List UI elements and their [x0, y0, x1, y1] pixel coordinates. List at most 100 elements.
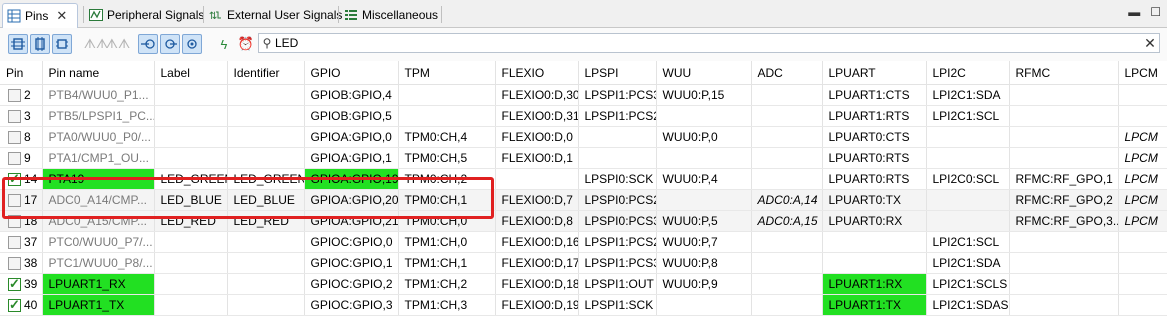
label-cell[interactable] [154, 84, 228, 106]
lpspi-cell[interactable]: LPSPI1:OUT [578, 273, 657, 295]
lpi2c-cell[interactable]: LPI2C1:SCL [926, 105, 1010, 127]
lpspi-cell[interactable]: LPSPI0:SCK [578, 168, 657, 190]
lpuart-cell[interactable]: LPUART0:RTS [822, 147, 927, 169]
column-header[interactable]: FLEXIO [495, 61, 579, 85]
adc-cell[interactable] [751, 105, 823, 127]
rfmc-cell[interactable] [1009, 252, 1119, 274]
lpcm-cell[interactable] [1118, 105, 1167, 127]
lpcm-cell[interactable]: LPCM [1118, 147, 1167, 169]
pin-cell[interactable]: 40 [0, 294, 43, 316]
pin-cell[interactable]: 38 [0, 252, 43, 274]
label-cell[interactable] [154, 105, 228, 127]
rfmc-cell[interactable] [1009, 147, 1119, 169]
lpspi-cell[interactable]: LPSPI1:PCS3 [578, 84, 657, 106]
adc-cell[interactable]: ADC0:A,15 [751, 210, 823, 232]
gpio-cell[interactable]: GPIOB:GPIO,4 [304, 84, 399, 106]
lpuart-cell[interactable]: LPUART0:RX [822, 210, 927, 232]
route-checkbox[interactable] [8, 297, 21, 313]
tpm-cell[interactable]: TPM0:CH,0 [398, 210, 496, 232]
name-cell[interactable]: PTA0/WUU0_P0/... [42, 126, 155, 148]
gpio-cell[interactable]: GPIOA:GPIO,19 [304, 168, 399, 190]
table-row[interactable]: 9 PTA1/CMP1_OU... GPIOA:GPIO,1 TPM0:CH,5 FLE… [0, 147, 1167, 169]
adc-cell[interactable] [751, 231, 823, 253]
maximize-icon[interactable]: ☐ [1150, 5, 1161, 19]
lpcm-cell[interactable]: LPCM [1118, 126, 1167, 148]
route-checkbox[interactable] [8, 171, 21, 187]
lpuart-cell[interactable] [822, 231, 927, 253]
gpio-cell[interactable]: GPIOA:GPIO,21 [304, 210, 399, 232]
lpspi-cell[interactable]: LPSPI1:PCS2 [578, 231, 657, 253]
flexio-cell[interactable]: FLEXIO0:D,18 [495, 273, 579, 295]
lpcm-cell[interactable] [1118, 273, 1167, 295]
column-header[interactable]: Pin [0, 61, 43, 85]
name-cell[interactable]: PTB5/LPSPI1_PC... [42, 105, 155, 127]
column-header[interactable]: WUU [656, 61, 752, 85]
lpi2c-cell[interactable]: LPI2C1:SCL [926, 231, 1010, 253]
flexio-cell[interactable]: FLEXIO0:D,16 [495, 231, 579, 253]
lpspi-cell[interactable] [578, 126, 657, 148]
lpuart-cell[interactable]: LPUART0:CTS [822, 126, 927, 148]
column-header[interactable]: Identifier [227, 61, 305, 85]
column-header[interactable]: LPUART [822, 61, 927, 85]
gpio-cell[interactable]: GPIOC:GPIO,2 [304, 273, 399, 295]
route-checkbox[interactable] [8, 236, 21, 250]
gpio-cell[interactable]: GPIOC:GPIO,0 [304, 231, 399, 253]
lpuart-cell[interactable]: LPUART0:RTS [822, 168, 927, 190]
lpi2c-cell[interactable] [926, 126, 1010, 148]
lpi2c-cell[interactable]: LPI2C1:SDAS [926, 294, 1010, 316]
flexio-cell[interactable]: FLEXIO0:D,7 [495, 189, 579, 211]
lpi2c-cell[interactable] [926, 210, 1010, 232]
show-chip-button[interactable] [52, 34, 72, 54]
name-cell[interactable]: ADC0_A14/CMP... [42, 189, 155, 211]
adc-cell[interactable] [751, 147, 823, 169]
gpio-cell[interactable]: GPIOA:GPIO,0 [304, 126, 399, 148]
close-icon[interactable]: ✕ [56, 8, 67, 24]
table-row[interactable]: 38 PTC1/WUU0_P8/... GPIOC:GPIO,1 TPM1:CH,1 F… [0, 252, 1167, 274]
label-cell[interactable] [154, 147, 228, 169]
wuu-cell[interactable] [656, 105, 752, 127]
lpcm-cell[interactable] [1118, 84, 1167, 106]
lpi2c-cell[interactable]: LPI2C0:SCL [926, 168, 1010, 190]
label-cell[interactable] [154, 126, 228, 148]
flexio-cell[interactable]: FLEXIO0:D,1 [495, 147, 579, 169]
label-cell[interactable]: LED_RED [154, 210, 228, 232]
identifier-cell[interactable] [227, 231, 305, 253]
table-row[interactable]: 40 LPUART1_TX GPIOC:GPIO,3TPM1:CH,3FLEXIO0… [0, 294, 1167, 316]
route-checkbox[interactable] [8, 276, 21, 292]
label-cell[interactable] [154, 231, 228, 253]
identifier-cell[interactable] [227, 147, 305, 169]
pin-cell[interactable]: 8 [0, 126, 43, 148]
gpio-cell[interactable]: GPIOC:GPIO,3 [304, 294, 399, 316]
tpm-cell[interactable]: TPM1:CH,0 [398, 231, 496, 253]
tpm-cell[interactable]: TPM0:CH,1 [398, 189, 496, 211]
filter-signals-button[interactable]: ᗑᗑ [84, 34, 108, 54]
route-checkbox[interactable] [8, 215, 21, 229]
pin-cell[interactable]: 3 [0, 105, 43, 127]
identifier-cell[interactable] [227, 252, 305, 274]
lpi2c-cell[interactable]: LPI2C1:SDA [926, 84, 1010, 106]
flexio-cell[interactable]: FLEXIO0:D,19 [495, 294, 579, 316]
lpuart-cell[interactable] [822, 252, 927, 274]
tpm-cell[interactable]: TPM1:CH,1 [398, 252, 496, 274]
lpi2c-cell[interactable]: LPI2C1:SDA [926, 252, 1010, 274]
name-cell[interactable]: PTC1/WUU0_P8/... [42, 252, 155, 274]
column-header[interactable]: LPSPI [578, 61, 657, 85]
name-cell[interactable]: LPUART1_RX [42, 273, 155, 295]
lpspi-cell[interactable]: LPSPI0:PCS3 [578, 210, 657, 232]
lpspi-cell[interactable] [578, 147, 657, 169]
adc-cell[interactable] [751, 273, 823, 295]
wuu-cell[interactable] [656, 294, 752, 316]
wuu-cell[interactable]: WUU0:P,7 [656, 231, 752, 253]
adc-cell[interactable] [751, 126, 823, 148]
tpm-cell[interactable]: TPM1:CH,2 [398, 273, 496, 295]
flexio-cell[interactable]: FLEXIO0:D,31 [495, 105, 579, 127]
pin-cell[interactable]: 2 [0, 84, 43, 106]
name-cell[interactable]: PTB4/WUU0_P1... [42, 84, 155, 106]
search-input[interactable]: LED [275, 36, 1141, 50]
rfmc-cell[interactable] [1009, 231, 1119, 253]
label-cell[interactable] [154, 273, 228, 295]
rfmc-cell[interactable] [1009, 84, 1119, 106]
column-header[interactable]: RFMC [1009, 61, 1119, 85]
label-cell[interactable] [154, 294, 228, 316]
lpuart-cell[interactable]: LPUART0:TX [822, 189, 927, 211]
